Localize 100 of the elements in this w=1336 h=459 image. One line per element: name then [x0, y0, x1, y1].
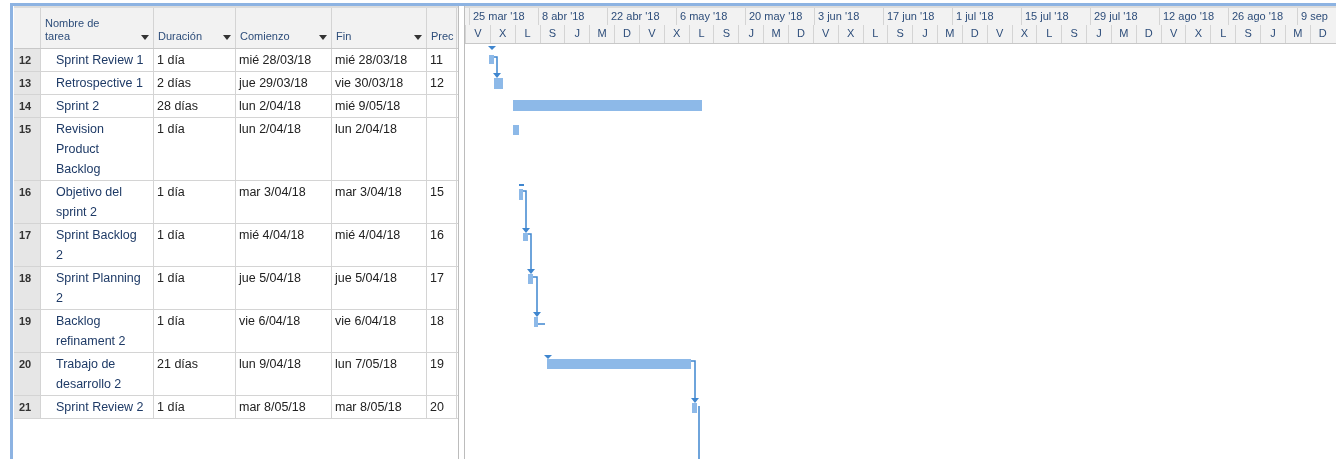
- column-header[interactable]: Comienzo: [236, 8, 332, 48]
- table-cell: vie 30/03/18: [332, 72, 427, 94]
- column-header[interactable]: Duración: [154, 8, 236, 48]
- column-header[interactable]: Nombre de tarea: [41, 8, 154, 48]
- table-cell: 21 días: [154, 353, 236, 395]
- table-cell: Sprint Planning 2: [41, 267, 154, 309]
- timescale-label: L: [1210, 25, 1236, 43]
- dependency-arrow: [690, 360, 699, 403]
- timescale-label: D: [961, 25, 987, 43]
- timescale-label: V: [986, 25, 1012, 43]
- timescale-label: V: [638, 25, 664, 43]
- table-cell: 17: [427, 267, 457, 309]
- dropdown-arrow-icon[interactable]: [223, 35, 231, 40]
- timescale-label: J: [738, 25, 764, 43]
- link-line: [698, 405, 700, 459]
- dropdown-arrow-icon[interactable]: [414, 35, 422, 40]
- task-bar[interactable]: [534, 317, 538, 327]
- table-cell: Sprint Backlog 2: [41, 224, 154, 266]
- dependency-arrow: [493, 56, 501, 78]
- column-header[interactable]: Fin: [332, 8, 427, 48]
- timescale-label: X: [837, 25, 863, 43]
- timescale-label: D: [1135, 25, 1161, 43]
- timescale-label: M: [937, 25, 962, 43]
- table-cell: jue 5/04/18: [332, 267, 427, 309]
- table-cell: 1 día: [154, 181, 236, 223]
- timescale-label: J: [1086, 25, 1111, 43]
- table-cell: mié 28/03/18: [332, 49, 427, 71]
- table-cell: 1 día: [154, 118, 236, 180]
- timescale-label: J: [564, 25, 590, 43]
- timescale-label: M: [1110, 25, 1136, 43]
- table-cell: mié 4/04/18: [332, 224, 427, 266]
- task-bar[interactable]: [513, 100, 702, 111]
- row-number: 13: [14, 72, 41, 94]
- timescale-label: D: [1309, 25, 1335, 43]
- timescale-label: J: [912, 25, 938, 43]
- dropdown-arrow-icon[interactable]: [141, 35, 149, 40]
- dropdown-arrow-icon[interactable]: [319, 35, 327, 40]
- timescale-label: L: [1036, 25, 1062, 43]
- timescale-label: V: [1160, 25, 1186, 43]
- marker-icon: [519, 184, 524, 186]
- row-number: 19: [14, 310, 41, 352]
- timescale-label: X: [1185, 25, 1211, 43]
- timescale-label: L: [514, 25, 540, 43]
- row-number: 20: [14, 353, 41, 395]
- table-cell: Retrospective 1: [41, 72, 154, 94]
- table-cell: mar 3/04/18: [332, 181, 427, 223]
- timescale-label: D: [614, 25, 639, 43]
- timescale-label: D: [787, 25, 813, 43]
- table-cell: Sprint Review 1: [41, 49, 154, 71]
- table-cell: lun 9/04/18: [236, 353, 332, 395]
- table-cell: mar 8/05/18: [332, 396, 427, 418]
- table-cell: 1 día: [154, 396, 236, 418]
- table-cell: mar 8/05/18: [236, 396, 332, 418]
- table-cell: 1 día: [154, 267, 236, 309]
- timescale-label: S: [713, 25, 739, 43]
- table-cell: lun 2/04/18: [236, 95, 332, 117]
- table-cell: mié 28/03/18: [236, 49, 332, 71]
- dependency-arrow: [532, 276, 541, 317]
- timescale-label: V: [465, 25, 490, 43]
- timescale-label: X: [489, 25, 515, 43]
- task-bar[interactable]: [489, 55, 494, 64]
- table-cell: 28 días: [154, 95, 236, 117]
- table-cell: jue 29/03/18: [236, 72, 332, 94]
- table-cell: mié 9/05/18: [332, 95, 427, 117]
- table-cell: 12: [427, 72, 457, 94]
- timescale-label: M: [589, 25, 615, 43]
- task-bar[interactable]: [523, 233, 528, 241]
- timescale-label: S: [539, 25, 565, 43]
- table-cell: 20: [427, 396, 457, 418]
- timescale-label: S: [1235, 25, 1260, 43]
- table-cell: 16: [427, 224, 457, 266]
- table-cell: 1 día: [154, 310, 236, 352]
- row-number: 14: [14, 95, 41, 117]
- table-cell: vie 6/04/18: [332, 310, 427, 352]
- row-number: 12: [14, 49, 41, 71]
- timescale-label: X: [663, 25, 689, 43]
- timescale-label: V: [812, 25, 838, 43]
- splitter-bar[interactable]: [458, 6, 465, 459]
- task-bar[interactable]: [519, 189, 523, 200]
- table-cell: 1 día: [154, 49, 236, 71]
- row-number: 21: [14, 396, 41, 418]
- column-header[interactable]: Prec: [427, 8, 457, 48]
- task-bar[interactable]: [494, 78, 503, 89]
- table-cell: lun 2/04/18: [332, 118, 427, 180]
- table-cell: Backlog refinament 2: [41, 310, 154, 352]
- timescale-label: S: [1061, 25, 1087, 43]
- marker-icon: [544, 355, 552, 359]
- task-bar[interactable]: [547, 359, 691, 369]
- table-cell: Sprint 2: [41, 95, 154, 117]
- timescale-label: L: [688, 25, 714, 43]
- table-cell: 15: [427, 181, 457, 223]
- timescale-label: M: [1284, 25, 1310, 43]
- task-bar[interactable]: [528, 274, 533, 284]
- timescale-label: M: [763, 25, 788, 43]
- task-bar[interactable]: [513, 125, 519, 135]
- table-cell: 18: [427, 310, 457, 352]
- table-cell: Sprint Review 2: [41, 396, 154, 418]
- table-cell: mié 4/04/18: [236, 224, 332, 266]
- timescale-label: J: [1260, 25, 1285, 43]
- task-bar[interactable]: [692, 403, 697, 413]
